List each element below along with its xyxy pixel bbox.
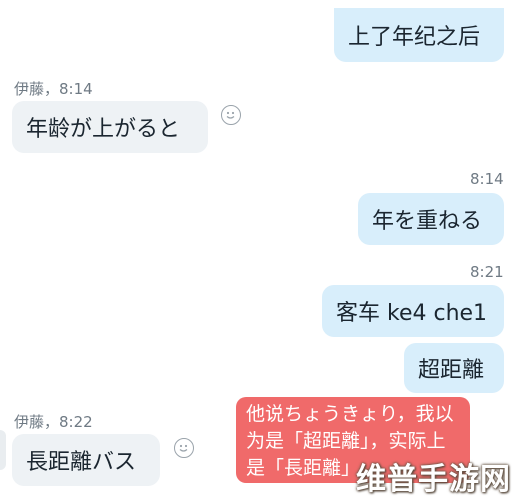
message-outgoing[interactable]: 客车 ke4 che1 [322, 285, 504, 337]
watermark: 维普手游网 [356, 462, 511, 497]
message-incoming[interactable]: 長距離バス [12, 434, 160, 486]
message-text: 長距離バス [26, 450, 137, 475]
message-text: 超距離 [418, 358, 485, 383]
message-text: 年を重ねる [372, 209, 483, 234]
timestamp: 8:21 [470, 263, 504, 281]
message-outgoing[interactable]: 超距離 [404, 343, 504, 393]
sender-label: 伊藤，8:22 [14, 413, 93, 431]
timestamp: 8:14 [470, 170, 504, 188]
message-text: 年龄が上がると [26, 117, 181, 142]
avatar-edge [0, 430, 6, 470]
message-outgoing[interactable]: 年を重ねる [358, 193, 504, 245]
message-text: 客车 ke4 che1 [336, 301, 488, 326]
smiley-icon[interactable] [174, 438, 194, 458]
message-text: 上了年纪之后 [348, 25, 481, 50]
chat-thread: 上了年纪之后 伊藤，8:14 年龄が上がると 8:14 年を重ねる 8:21 客… [0, 0, 519, 500]
message-outgoing[interactable]: 上了年纪之后 [334, 8, 504, 62]
smiley-icon[interactable] [221, 105, 241, 125]
sender-label: 伊藤，8:14 [14, 80, 93, 98]
message-incoming[interactable]: 年龄が上がると [12, 101, 208, 153]
